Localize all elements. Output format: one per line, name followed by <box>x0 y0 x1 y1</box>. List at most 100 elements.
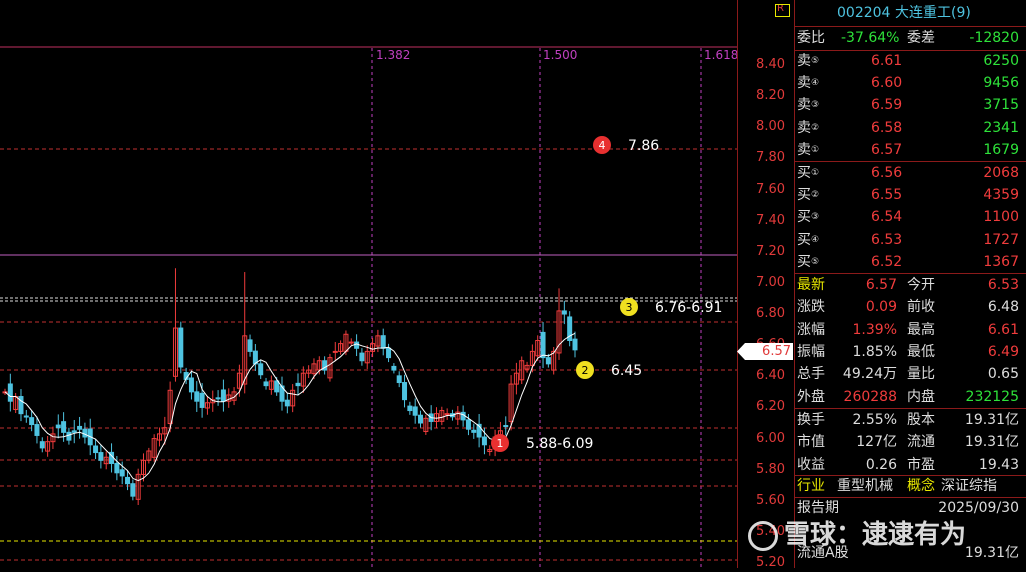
annotation-label: 6.45 <box>611 363 642 379</box>
candle-body <box>418 414 424 424</box>
candle-body <box>572 338 578 351</box>
fib-label: 1.500 <box>543 48 577 62</box>
price-tick-label: 7.40 <box>756 212 785 228</box>
ask-row: 卖 ⑤ 6.61 6250 <box>795 50 1023 72</box>
stat-row: 涨幅 1.39% 最高 6.61 <box>795 319 1023 341</box>
ask-price: 6.57 <box>871 141 903 158</box>
stat-row: 总手 49.24万 量比 0.65 <box>795 363 1023 385</box>
price-tick-label: 5.80 <box>756 461 785 477</box>
ask-price: 6.60 <box>871 75 903 92</box>
price-tick-label: 7.80 <box>756 150 785 166</box>
ask-row: 卖 ④ 6.60 9456 <box>795 72 1023 94</box>
candlestick-chart-svg[interactable]: 1.382 1.500 1.618 4 7.86 3 6.76-6.91 2 6.45 1 5.88… <box>0 0 738 568</box>
bid-label: 买 <box>797 165 811 181</box>
price-tick-label: 8.20 <box>756 88 785 104</box>
candle-body <box>130 483 136 497</box>
fund-value: 2.55% <box>852 412 897 428</box>
stat-row: 外盘 260288 内盘 232125 <box>795 386 1023 408</box>
fib-label: 1.382 <box>376 48 410 62</box>
ask-price: 6.61 <box>871 53 903 69</box>
fund-row: 换手 2.55% 股本 19.31亿 <box>795 409 1023 431</box>
bid-row: 买 ② 6.55 4359 <box>795 184 1023 206</box>
stat-label: 量比 <box>907 366 935 383</box>
candle-body <box>295 382 301 387</box>
order-ratio-row: 委比 -37.64% 委差 -12820 <box>795 27 1023 49</box>
stat-value: 260288 <box>843 388 897 405</box>
stat-label: 涨幅 <box>797 321 825 338</box>
annotation-label: 7.86 <box>628 138 659 154</box>
ask-volume: 6250 <box>983 53 1019 69</box>
industry-value[interactable]: 重型机械 <box>837 475 893 497</box>
stat-row: 最新 6.57 今开 6.53 <box>795 274 1023 296</box>
stat-label: 涨跌 <box>797 299 825 316</box>
stat-row: 涨跌 0.09 前收 6.48 <box>795 296 1023 318</box>
order-ratio-label: 委比 <box>797 30 825 46</box>
ask-row: 卖 ① 6.57 1679 <box>795 139 1023 161</box>
bid-price: 6.56 <box>871 165 903 181</box>
candle-body <box>258 363 264 376</box>
bid-label: 买 <box>797 209 811 226</box>
candle-body <box>386 347 392 359</box>
candle-body <box>247 339 253 352</box>
stat-label: 总手 <box>797 366 825 383</box>
stat-label: 最高 <box>907 321 935 338</box>
candle-body <box>23 415 29 418</box>
candle-body <box>34 424 40 436</box>
fund-value: 19.31亿 <box>964 434 1019 451</box>
stat-label: 内盘 <box>907 388 935 405</box>
candle-body <box>465 419 471 430</box>
candle-body <box>348 341 354 344</box>
candle-body <box>471 429 477 433</box>
ask-label: 卖 <box>797 53 811 69</box>
stat-value: 6.48 <box>987 299 1019 316</box>
stock-code: 002204 <box>837 5 891 21</box>
concept-value[interactable]: 深证综指 <box>941 475 997 497</box>
candle-body <box>82 428 88 438</box>
candle-body <box>29 417 35 426</box>
fund-label: 流通 <box>907 434 935 451</box>
bid-volume: 2068 <box>983 165 1019 181</box>
price-tick-label: 8.00 <box>756 119 785 135</box>
candle-body <box>66 431 72 441</box>
candle-body <box>93 445 99 454</box>
expand-icon[interactable] <box>775 4 790 17</box>
stat-value: 1.39% <box>852 321 897 338</box>
candle-body <box>274 380 280 393</box>
price-tick-label: 8.40 <box>756 57 785 72</box>
ask-volume: 2341 <box>983 119 1019 136</box>
fund-label: 股本 <box>907 412 935 428</box>
candle-body <box>284 399 290 407</box>
candle-body <box>396 375 402 384</box>
annotation-number: 1 <box>497 437 504 450</box>
bid-volume: 1727 <box>983 231 1019 248</box>
candle-body <box>39 441 45 449</box>
candle-body <box>119 469 125 477</box>
price-tick-label: 6.80 <box>756 306 785 322</box>
bid-row: 买 ① 6.56 2068 <box>795 162 1023 184</box>
concept-label: 概念 <box>907 478 935 494</box>
candle-body <box>391 365 397 371</box>
candle-body <box>61 421 67 433</box>
bid-index: ⑤ <box>811 256 820 267</box>
watermark-text: 雪球：逮逮有为 <box>784 520 967 550</box>
order-diff-label: 委差 <box>907 30 935 46</box>
ask-price: 6.58 <box>871 119 903 136</box>
candle-body <box>188 377 194 393</box>
candle-body <box>332 350 338 353</box>
stock-header[interactable]: R 002204 大连重工(9) <box>777 2 1023 24</box>
price-tick-label: 7.20 <box>756 243 785 259</box>
fund-label: 收益 <box>797 456 825 473</box>
candle-body <box>71 430 77 433</box>
ask-label: 卖 <box>797 75 811 92</box>
kline-chart[interactable]: 1.382 1.500 1.618 4 7.86 3 6.76-6.91 2 6.45 1 5.88… <box>0 0 738 568</box>
candle-body <box>354 341 360 349</box>
annotation-label: 5.88-6.09 <box>526 436 593 452</box>
ask-index: ④ <box>811 78 820 89</box>
current-price-tag: 6.57 <box>737 343 793 360</box>
price-tick-label: 5.60 <box>756 492 785 508</box>
candle-body <box>55 424 61 429</box>
price-tick-label: 6.00 <box>756 430 785 446</box>
stat-label: 外盘 <box>797 388 825 405</box>
bid-index: ① <box>811 168 820 178</box>
ask-index: ② <box>811 122 820 133</box>
